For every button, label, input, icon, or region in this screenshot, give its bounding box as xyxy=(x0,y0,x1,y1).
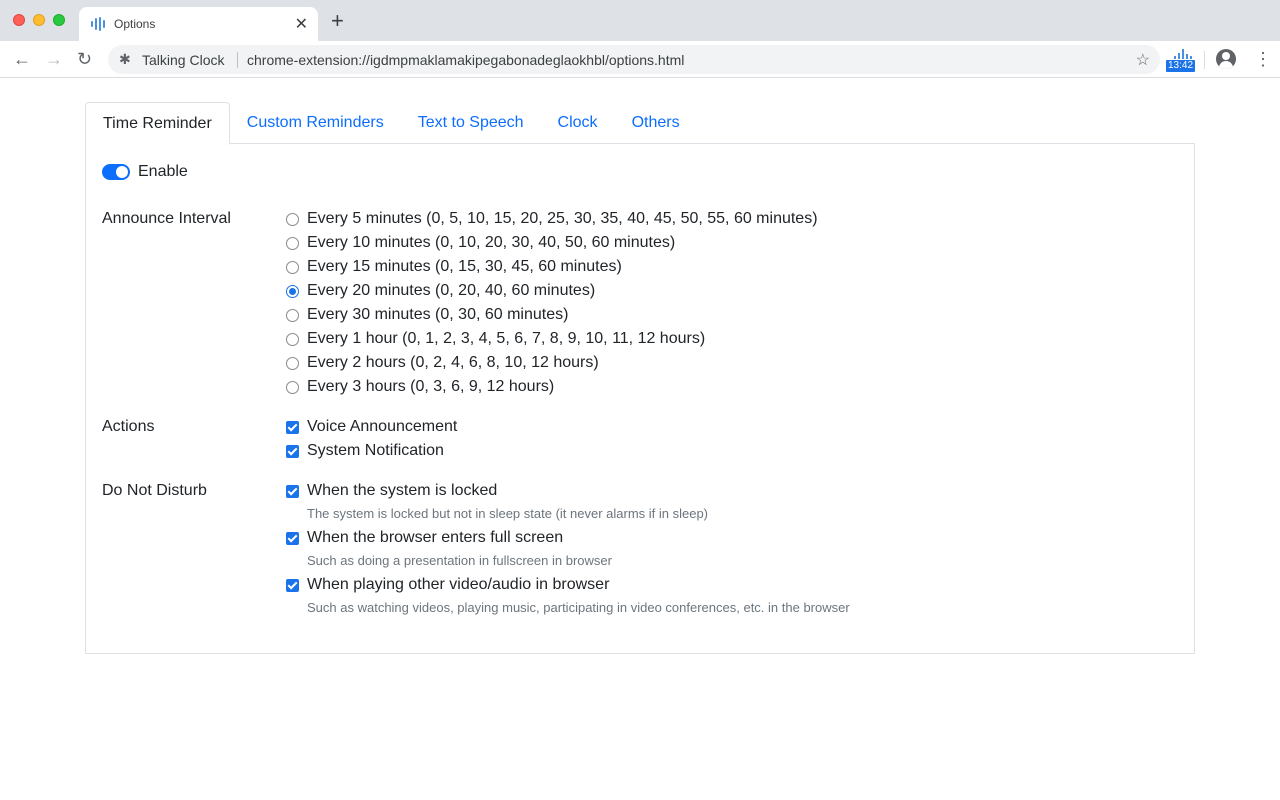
interval-option[interactable]: Every 30 minutes (0, 30, 60 minutes) xyxy=(286,306,568,324)
interval-option[interactable]: Every 3 hours (0, 3, 6, 9, 12 hours) xyxy=(286,378,554,396)
close-tab-icon[interactable]: ✕ xyxy=(295,14,308,34)
back-icon[interactable]: ← xyxy=(13,49,31,69)
tab-title: Options xyxy=(114,17,156,31)
radio-button[interactable] xyxy=(286,308,299,322)
radio-button[interactable] xyxy=(286,260,299,274)
enable-row: Enable xyxy=(102,163,188,181)
site-name: Talking Clock xyxy=(142,52,225,68)
star-icon[interactable]: ☆ xyxy=(1136,50,1150,70)
talking-clock-extension-button[interactable]: 13:42 xyxy=(1166,49,1195,73)
radio-button[interactable] xyxy=(286,380,299,394)
divider xyxy=(237,52,238,68)
interval-option[interactable]: Every 15 minutes (0, 15, 30, 45, 60 minu… xyxy=(286,258,622,276)
divider xyxy=(1204,51,1205,69)
action-option-notification[interactable]: System Notification xyxy=(286,442,444,460)
dnd-option-fullscreen[interactable]: When the browser enters full screen xyxy=(286,529,563,547)
checkbox[interactable] xyxy=(286,484,299,498)
interval-option[interactable]: Every 2 hours (0, 2, 4, 6, 8, 10, 12 hou… xyxy=(286,354,599,372)
option-label: Every 10 minutes (0, 10, 20, 30, 40, 50,… xyxy=(307,234,676,251)
extension-time-badge: 13:42 xyxy=(1166,60,1195,72)
action-option-voice[interactable]: Voice Announcement xyxy=(286,418,457,436)
radio-button-selected[interactable] xyxy=(286,284,299,298)
option-label: When playing other video/audio in browse… xyxy=(307,576,610,593)
browser-toolbar: ← → ↻ ✱ Talking Clock chrome-extension:/… xyxy=(0,41,1280,78)
checkbox[interactable] xyxy=(286,420,299,434)
dnd-option-locked[interactable]: When the system is locked xyxy=(286,482,497,500)
option-label: When the browser enters full screen xyxy=(307,529,564,546)
checkbox[interactable] xyxy=(286,531,299,545)
option-hint: The system is locked but not in sleep st… xyxy=(307,506,709,521)
minimize-window-button[interactable] xyxy=(33,14,45,26)
option-label: Every 2 hours (0, 2, 4, 6, 8, 10, 12 hou… xyxy=(307,354,599,371)
interval-option[interactable]: Every 20 minutes (0, 20, 40, 60 minutes) xyxy=(286,282,595,300)
soundwave-icon xyxy=(91,17,107,31)
address-bar[interactable]: ✱ Talking Clock chrome-extension://igdmp… xyxy=(108,45,1160,74)
profile-avatar-icon[interactable] xyxy=(1216,49,1236,69)
options-page: Time Reminder Custom Reminders Text to S… xyxy=(85,102,1195,654)
option-label: Every 20 minutes (0, 20, 40, 60 minutes) xyxy=(307,282,596,299)
radio-button[interactable] xyxy=(286,332,299,346)
option-label: Every 1 hour (0, 1, 2, 3, 4, 5, 6, 7, 8,… xyxy=(307,330,706,347)
option-hint: Such as doing a presentation in fullscre… xyxy=(307,553,612,568)
tab-time-reminder[interactable]: Time Reminder xyxy=(85,102,230,145)
reload-icon[interactable]: ↻ xyxy=(77,49,92,69)
close-window-button[interactable] xyxy=(13,14,25,26)
option-label: Every 15 minutes (0, 15, 30, 45, 60 minu… xyxy=(307,258,622,275)
checkbox[interactable] xyxy=(286,578,299,592)
interval-option[interactable]: Every 10 minutes (0, 10, 20, 30, 40, 50,… xyxy=(286,234,675,252)
tab-others[interactable]: Others xyxy=(615,102,697,144)
enable-toggle[interactable] xyxy=(102,164,130,180)
tab-custom-reminders[interactable]: Custom Reminders xyxy=(230,102,401,144)
announce-interval-label: Announce Interval xyxy=(102,210,231,227)
option-label: Every 5 minutes (0, 5, 10, 15, 20, 25, 3… xyxy=(307,210,818,227)
option-label: Every 30 minutes (0, 30, 60 minutes) xyxy=(307,306,569,323)
option-label: System Notification xyxy=(307,442,444,459)
url-text[interactable]: chrome-extension://igdmpmaklamakipegabon… xyxy=(247,52,684,68)
do-not-disturb-label: Do Not Disturb xyxy=(102,482,207,499)
enable-label: Enable xyxy=(138,163,188,180)
maximize-window-button[interactable] xyxy=(53,14,65,26)
forward-icon[interactable]: → xyxy=(45,49,63,69)
browser-tab-options[interactable]: Options ✕ xyxy=(79,7,318,41)
interval-option[interactable]: Every 5 minutes (0, 5, 10, 15, 20, 25, 3… xyxy=(286,210,818,228)
browser-tabstrip: Options ✕ + xyxy=(0,0,1280,41)
option-hint: Such as watching videos, playing music, … xyxy=(307,600,850,615)
tab-text-to-speech[interactable]: Text to Speech xyxy=(401,102,541,144)
option-label: When the system is locked xyxy=(307,482,498,499)
soundwave-icon xyxy=(1174,49,1192,59)
dnd-option-media[interactable]: When playing other video/audio in browse… xyxy=(286,576,609,594)
settings-tabs: Time Reminder Custom Reminders Text to S… xyxy=(85,102,1195,145)
radio-button[interactable] xyxy=(286,236,299,250)
tab-clock[interactable]: Clock xyxy=(541,102,615,144)
interval-option[interactable]: Every 1 hour (0, 1, 2, 3, 4, 5, 6, 7, 8,… xyxy=(286,330,705,348)
option-label: Voice Announcement xyxy=(307,418,458,435)
actions-label: Actions xyxy=(102,418,155,435)
radio-button[interactable] xyxy=(286,212,299,226)
puzzle-icon: ✱ xyxy=(119,51,131,67)
time-reminder-panel: Enable Announce Interval Every 5 minutes… xyxy=(85,144,1195,654)
new-tab-button[interactable]: + xyxy=(331,10,344,32)
radio-button[interactable] xyxy=(286,356,299,370)
menu-icon[interactable]: ⋮ xyxy=(1254,49,1272,69)
checkbox[interactable] xyxy=(286,444,299,458)
option-label: Every 3 hours (0, 3, 6, 9, 12 hours) xyxy=(307,378,555,395)
